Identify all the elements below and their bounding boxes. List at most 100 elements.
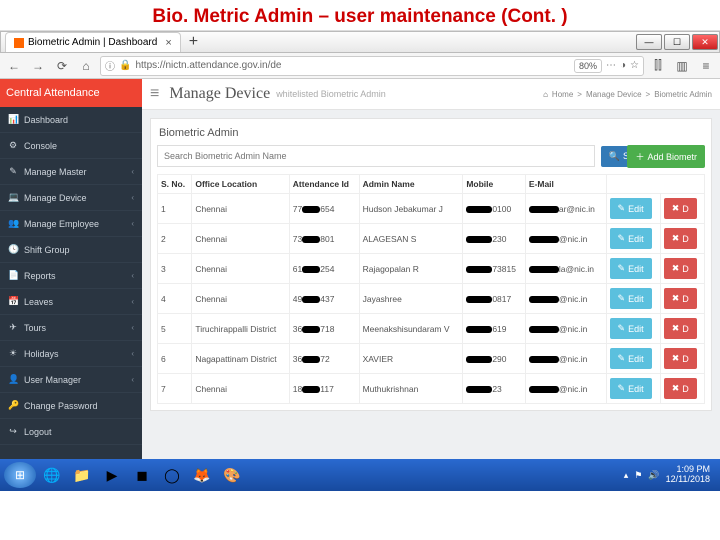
sidebar-item-change-password[interactable]: 🔑 Change Password [0,393,142,419]
sidebar-item-shift-group[interactable]: 🕓Shift Group [0,237,142,263]
sidebar-item-user-manager[interactable]: 👤User Manager‹ [0,367,142,393]
home-button[interactable]: ⌂ [76,57,96,75]
back-button[interactable]: ← [4,57,24,75]
sidebar-item-manage-employee[interactable]: 👥Manage Employee‹ [0,211,142,237]
delete-icon: ✖ [672,293,680,304]
cell-delete: ✖ D [660,254,704,284]
tray-arrow-icon[interactable]: ▴ [624,470,629,481]
browser-tab[interactable]: Biometric Admin | Dashboard × [5,32,181,52]
cell-edit: ✎ Edit [606,374,660,404]
edit-button[interactable]: ✎ Edit [610,318,652,339]
more-icon[interactable]: ⋯ [606,60,616,71]
cell-sno: 4 [158,284,192,314]
taskbar: ⊞ 🌐 📁 ▶ ◼ ◯ 🦊 🎨 ▴ ⚑ 🔊 1:09 PM 12/11/2018 [0,459,720,491]
cell-mobile: 230 [463,224,526,254]
delete-icon: ✖ [672,233,680,244]
flag-icon[interactable]: ⚑ [634,470,642,481]
admin-table: S. No.Office LocationAttendance IdAdmin … [157,174,705,404]
sidebar-item-manage-device[interactable]: 💻Manage Device‹ [0,185,142,211]
volume-icon[interactable]: 🔊 [648,470,659,481]
menu-icon[interactable]: ≡ [696,57,716,75]
star-icon[interactable]: ☆ [630,60,639,71]
search-input[interactable] [157,145,595,167]
zoom-level[interactable]: 80% [574,59,602,73]
start-button[interactable]: ⊞ [4,462,36,488]
cell-sno: 6 [158,344,192,374]
ie-icon[interactable]: 🌐 [38,462,66,488]
delete-button[interactable]: ✖ D [664,258,697,279]
table-row: 5Tiruchirappalli District36718Meenakshis… [158,314,705,344]
edit-button[interactable]: ✎ Edit [610,228,652,249]
delete-icon: ✖ [672,353,680,364]
table-row: 1Chennai77654Hudson Jebakumar J0100ar@ni… [158,194,705,224]
delete-button[interactable]: ✖ D [664,348,697,369]
breadcrumb-item[interactable]: Manage Device [586,90,642,99]
firefox-icon[interactable]: 🦊 [188,462,216,488]
app-icon[interactable]: ◼ [128,462,156,488]
cell-location: Chennai [192,194,289,224]
menu-icon: 🔑 [8,400,18,411]
plus-icon: ＋ [635,150,644,163]
cell-delete: ✖ D [660,314,704,344]
clock[interactable]: 1:09 PM 12/11/2018 [666,465,710,485]
sidebar-item-logout[interactable]: ↪Logout [0,419,142,445]
delete-button[interactable]: ✖ D [664,378,697,399]
url-field[interactable]: ⓘ 🔒 https://nictn.attendance.gov.in/de 8… [100,56,644,76]
column-header: Attendance Id [289,175,359,194]
cell-delete: ✖ D [660,284,704,314]
maximize-button[interactable]: ☐ [664,34,690,50]
cell-attendance-id: 36718 [289,314,359,344]
cell-sno: 7 [158,374,192,404]
search-row: 🔍 Search Clear [157,145,705,167]
cell-sno: 2 [158,224,192,254]
edit-button[interactable]: ✎ Edit [610,378,652,399]
minimize-button[interactable]: — [636,34,662,50]
menu-icon: 📄 [8,270,18,281]
media-icon[interactable]: ▶ [98,462,126,488]
edit-button[interactable]: ✎ Edit [610,288,652,309]
breadcrumb-item[interactable]: Home [552,90,573,99]
edit-button[interactable]: ✎ Edit [610,198,652,219]
edit-button[interactable]: ✎ Edit [610,348,652,369]
sidebar-item-leaves[interactable]: 📅Leaves‹ [0,289,142,315]
delete-button[interactable]: ✖ D [664,288,697,309]
delete-button[interactable]: ✖ D [664,198,697,219]
chevron-left-icon: ‹ [131,297,134,306]
menu-icon: ✎ [8,166,18,177]
sidebar: Central Attendance 📊Dashboard⚙Console✎Ma… [0,79,142,459]
chrome-icon[interactable]: ◯ [158,462,186,488]
hamburger-icon[interactable]: ≡ [150,85,159,103]
reload-button[interactable]: ⟳ [52,57,72,75]
window-controls: — ☐ ✕ [635,34,719,50]
column-header: Office Location [192,175,289,194]
menu-icon: 💻 [8,192,18,203]
column-header-actions [606,175,704,194]
add-biometric-button[interactable]: ＋ Add Biometr [627,145,705,168]
sidebar-item-tours[interactable]: ✈Tours‹ [0,315,142,341]
new-tab-button[interactable]: + [181,33,206,51]
edit-icon: ✎ [618,323,626,334]
close-window-button[interactable]: ✕ [692,34,718,50]
cell-edit: ✎ Edit [606,284,660,314]
search-icon: 🔍 [609,151,620,162]
explorer-icon[interactable]: 📁 [68,462,96,488]
shield-icon[interactable]: ◑ [620,60,626,71]
sidebar-item-manage-master[interactable]: ✎Manage Master‹ [0,159,142,185]
menu-label: Change Password [24,401,98,411]
forward-button[interactable]: → [28,57,48,75]
paint-icon[interactable]: 🎨 [218,462,246,488]
sidebar-item-reports[interactable]: 📄Reports‹ [0,263,142,289]
edit-button[interactable]: ✎ Edit [610,258,652,279]
cell-email: la@nic.in [525,254,606,284]
delete-button[interactable]: ✖ D [664,318,697,339]
cell-admin-name: ALAGESAN S [359,224,463,254]
menu-icon: 📅 [8,296,18,307]
sidebar-item-console[interactable]: ⚙Console [0,133,142,159]
delete-button[interactable]: ✖ D [664,228,697,249]
sidebar-item-holidays[interactable]: ☀Holidays‹ [0,341,142,367]
library-icon[interactable]: ⫿⫿ [648,57,668,75]
sidebar-icon[interactable]: ▥ [672,57,692,75]
tab-close-icon[interactable]: × [165,37,171,49]
sidebar-item-dashboard[interactable]: 📊Dashboard [0,107,142,133]
home-icon[interactable]: ⌂ [543,90,548,99]
